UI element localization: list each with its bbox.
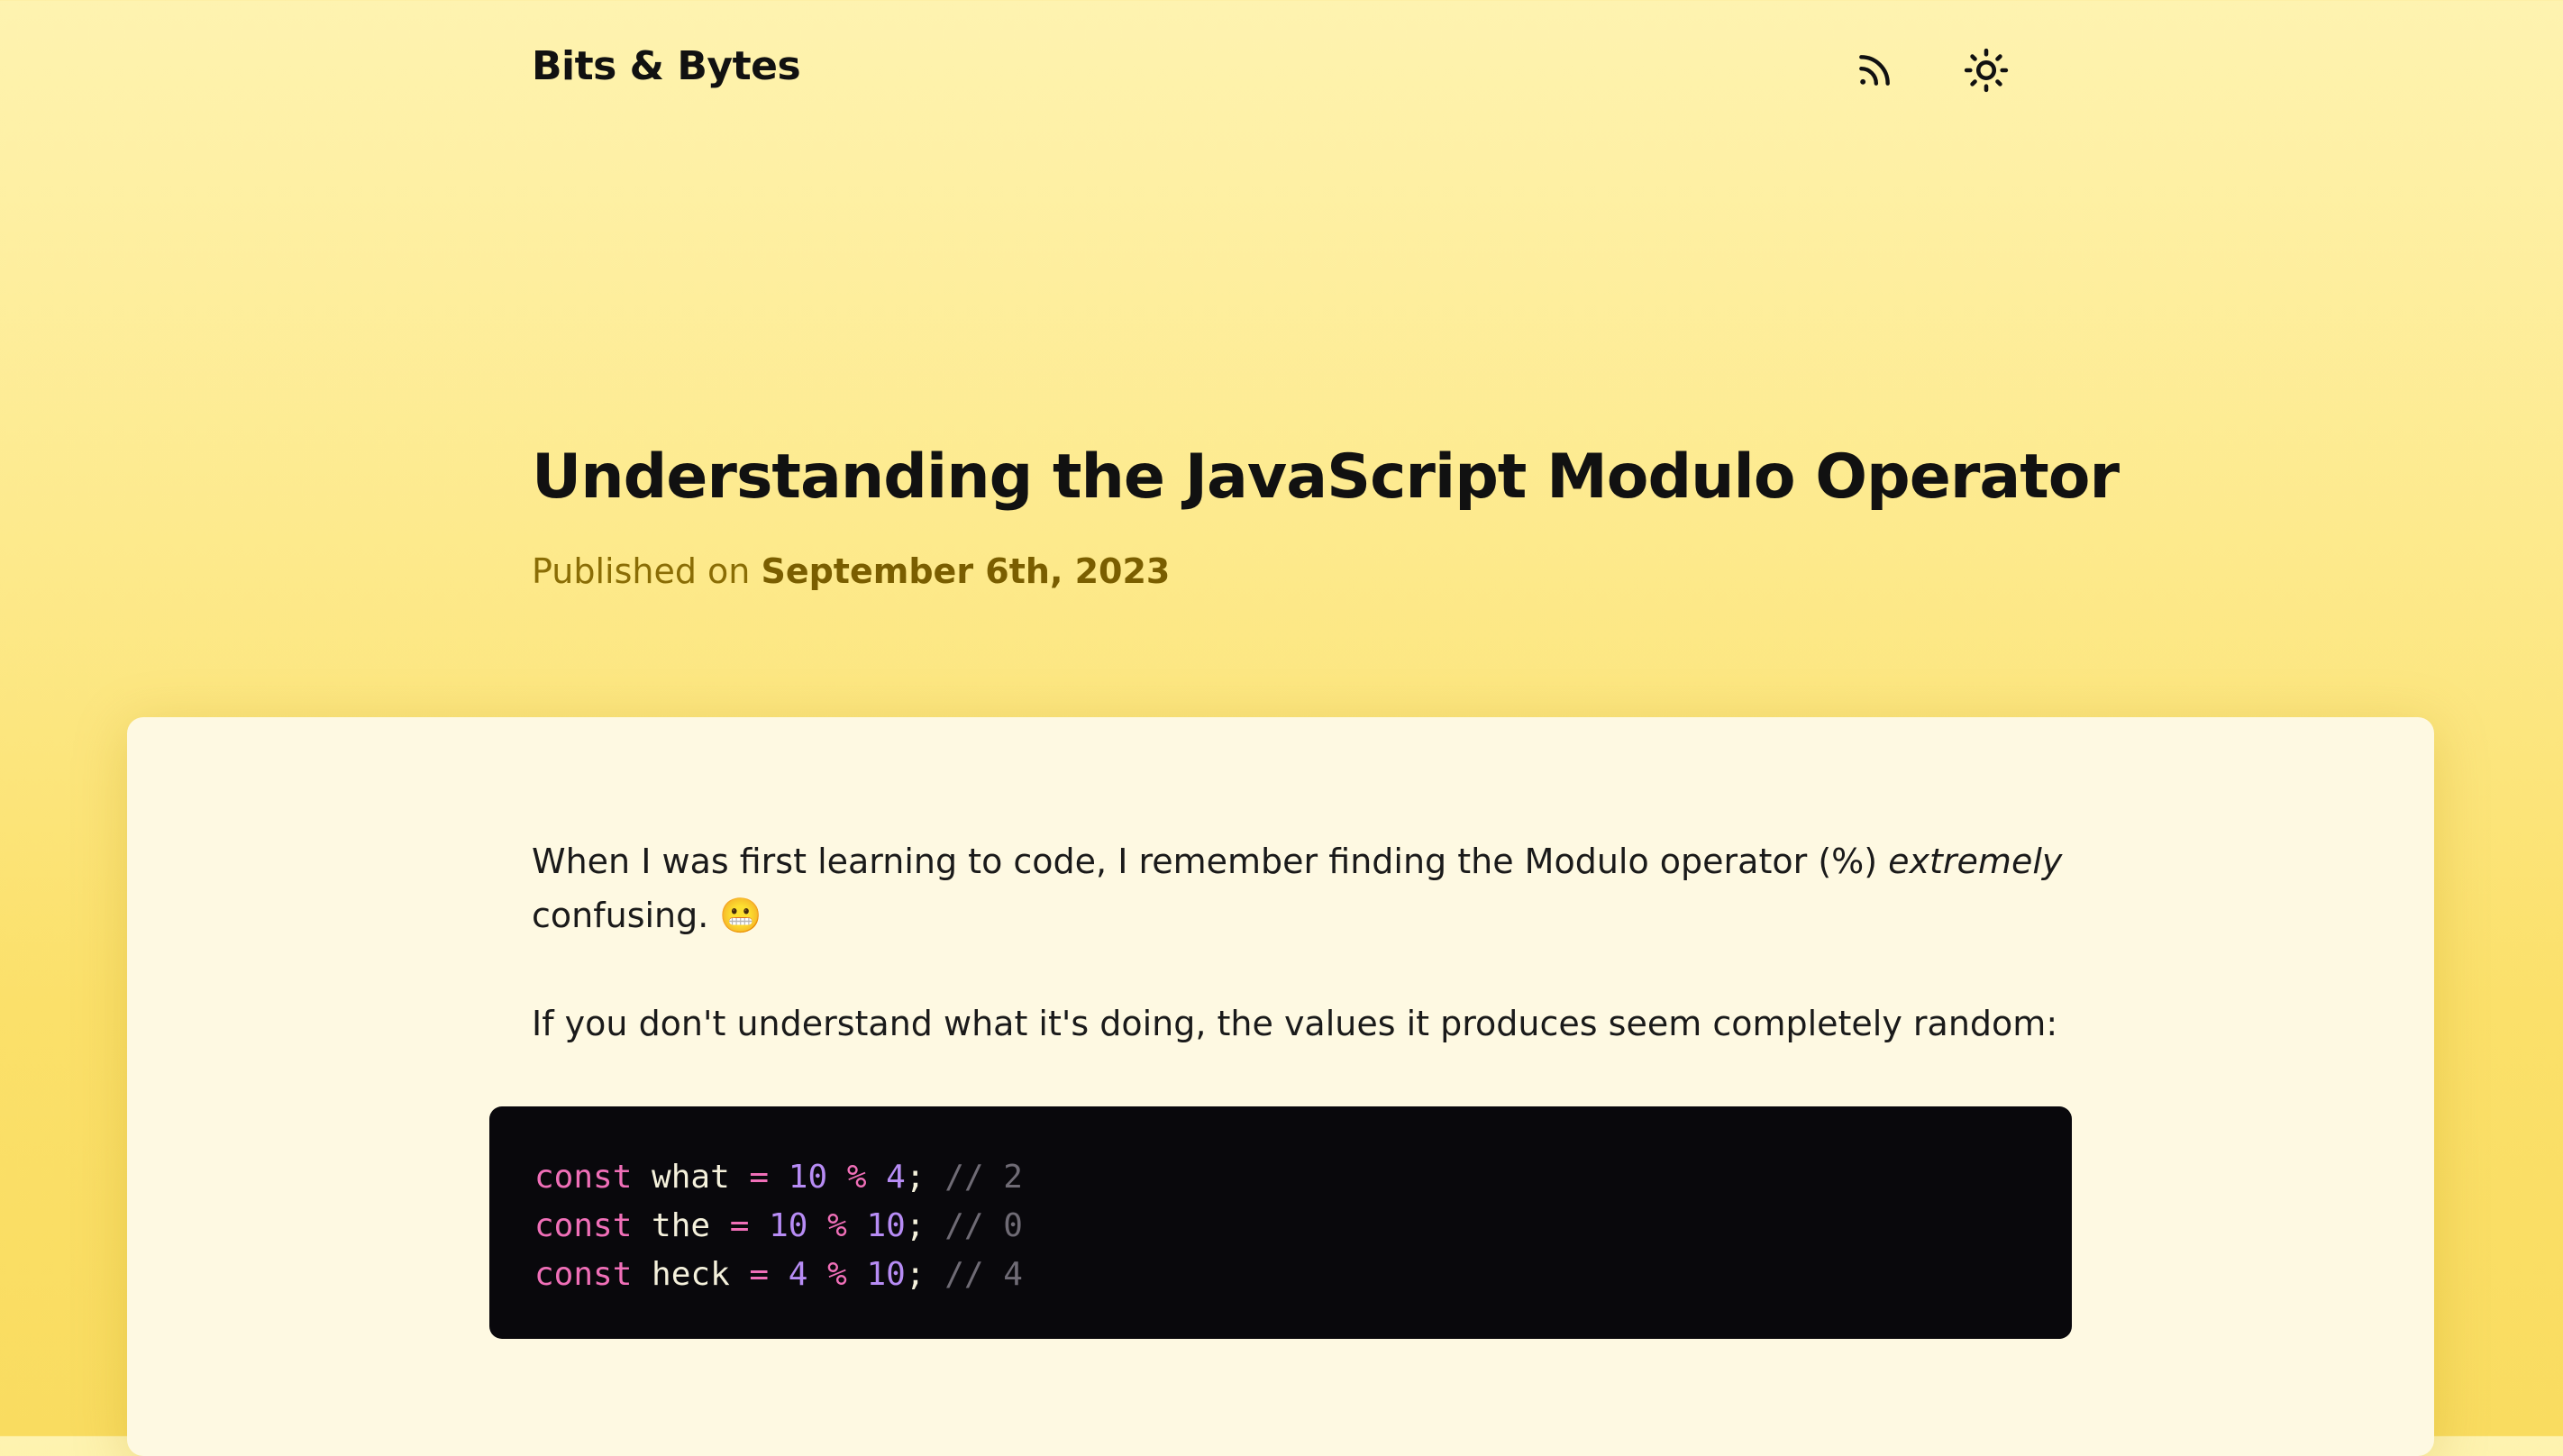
intro-paragraph: When I was first learning to code, I rem… [532, 834, 2154, 942]
rss-feed-button[interactable] [1846, 41, 1903, 99]
text: When I was first learning to code, I rem… [532, 842, 1889, 881]
published-date-value: September 6th, 2023 [761, 551, 1171, 591]
article-body: When I was first learning to code, I rem… [127, 717, 2434, 1456]
second-paragraph: If you don't understand what it's doing,… [532, 1004, 2058, 1043]
rss-icon [1859, 55, 1890, 86]
theme-toggle-button[interactable] [1957, 41, 2015, 99]
code-line: const the = 10 % 10; // 0 [534, 1207, 1023, 1244]
text: confusing. 😬 [532, 896, 762, 935]
published-prefix: Published on [532, 551, 751, 591]
emphasis: extremely [1888, 842, 2063, 881]
published-date: Published on September 6th, 2023 [532, 551, 1170, 591]
site-title[interactable]: Bits & Bytes [532, 43, 801, 89]
code-line: const what = 10 % 4; // 2 [534, 1159, 1023, 1196]
code-line: const heck = 4 % 10; // 4 [534, 1256, 1023, 1293]
code-block: const what = 10 % 4; // 2 const the = 10… [489, 1106, 2072, 1339]
article-title: Understanding the JavaScript Modulo Oper… [532, 441, 2120, 513]
sun-icon [1964, 48, 2009, 93]
